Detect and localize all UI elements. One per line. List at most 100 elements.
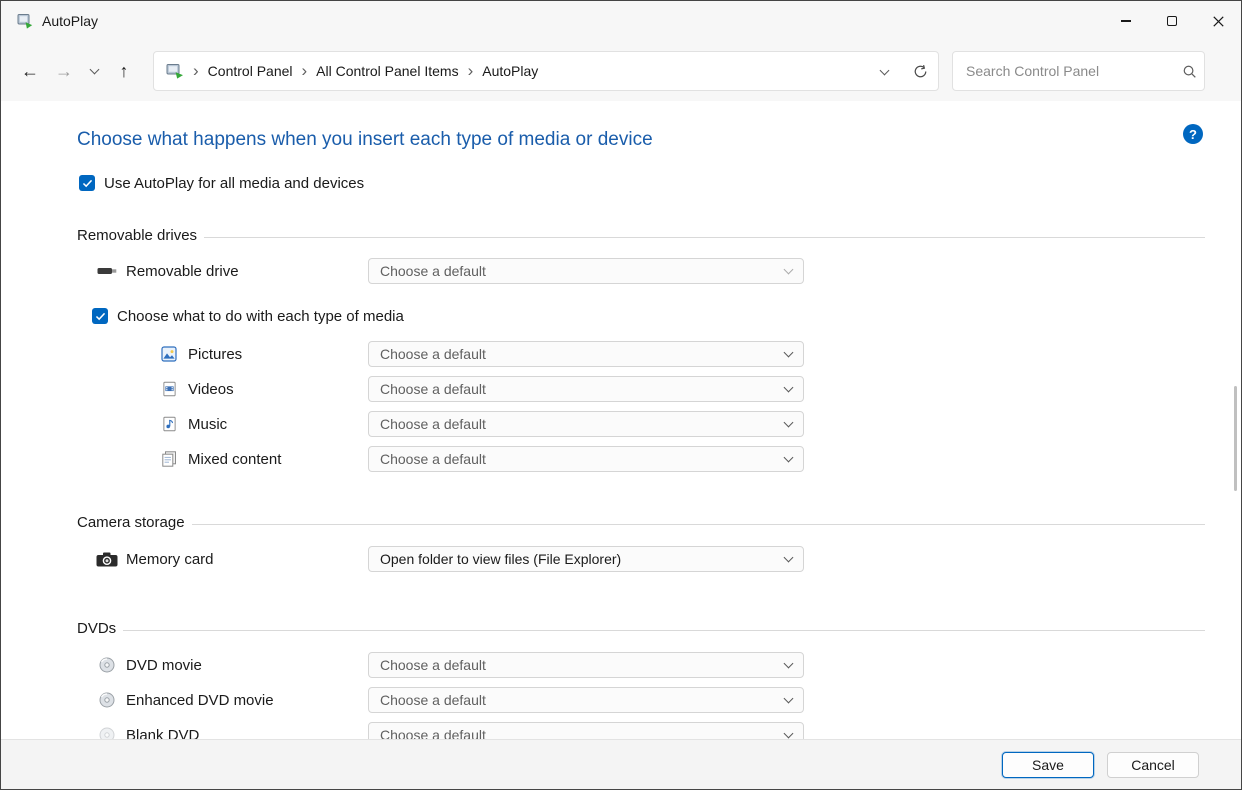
- search-box: [952, 51, 1205, 91]
- enhanced-dvd-movie-select[interactable]: Choose a default: [368, 687, 804, 713]
- close-button[interactable]: [1195, 1, 1241, 41]
- breadcrumb-all-control-panel-items[interactable]: All Control Panel Items: [316, 63, 458, 79]
- chevron-down-icon: [784, 418, 794, 428]
- save-button[interactable]: Save: [1002, 752, 1094, 778]
- selected-value: Choose a default: [380, 346, 785, 362]
- pictures-icon: [158, 346, 180, 362]
- enhanced-dvd-movie-label: Enhanced DVD movie: [126, 692, 274, 709]
- breadcrumb-separator-icon: ›: [184, 62, 208, 79]
- mixed-content-icon: [158, 451, 180, 467]
- removable-drive-icon: [96, 266, 118, 276]
- window-controls: [1103, 1, 1241, 41]
- section-removable-drives: Removable drives: [77, 225, 1205, 245]
- removable-drive-row: Removable drive Choose a default: [77, 258, 1205, 284]
- videos-label: Videos: [188, 381, 234, 398]
- refresh-button[interactable]: [902, 52, 938, 90]
- pictures-select[interactable]: Choose a default: [368, 341, 804, 367]
- selected-value: Open folder to view files (File Explorer…: [380, 551, 785, 567]
- main-content: Choose what happens when you insert each…: [1, 101, 1241, 739]
- dvd-disc-icon: [96, 727, 118, 739]
- music-icon: [158, 416, 180, 432]
- use-autoplay-label[interactable]: Use AutoPlay for all media and devices: [104, 175, 364, 192]
- selected-value: Choose a default: [380, 451, 785, 467]
- mixed-content-label: Mixed content: [188, 451, 281, 468]
- maximize-button[interactable]: [1149, 1, 1195, 41]
- breadcrumb-control-panel[interactable]: Control Panel: [208, 63, 293, 79]
- window-title: AutoPlay: [42, 13, 98, 29]
- blank-dvd-select[interactable]: Choose a default: [368, 722, 804, 739]
- search-input[interactable]: [953, 63, 1174, 79]
- removable-drive-select[interactable]: Choose a default: [368, 258, 804, 284]
- up-button[interactable]: ↑: [107, 54, 141, 88]
- chevron-down-icon: [89, 64, 99, 74]
- search-icon[interactable]: [1174, 64, 1204, 79]
- breadcrumb-autoplay[interactable]: AutoPlay: [482, 63, 538, 79]
- videos-select[interactable]: Choose a default: [368, 376, 804, 402]
- use-autoplay-row: Use AutoPlay for all media and devices: [79, 173, 1205, 193]
- chevron-down-icon: [784, 659, 794, 669]
- media-types-checkbox[interactable]: [92, 308, 108, 324]
- scrollbar-thumb[interactable]: [1234, 386, 1237, 491]
- dvd-disc-icon: [96, 692, 118, 708]
- chevron-down-icon: [784, 265, 794, 275]
- dvd-disc-icon: [96, 657, 118, 673]
- chevron-down-icon: [879, 65, 889, 75]
- forward-button[interactable]: →: [47, 54, 81, 88]
- music-select[interactable]: Choose a default: [368, 411, 804, 437]
- help-icon[interactable]: ?: [1183, 124, 1203, 144]
- breadcrumb-separator-icon: ›: [293, 62, 317, 79]
- autoplay-app-icon: [17, 13, 33, 29]
- checkmark-icon: [95, 312, 106, 321]
- section-title: DVDs: [77, 620, 116, 637]
- minimize-button[interactable]: [1103, 1, 1149, 41]
- dvd-movie-select[interactable]: Choose a default: [368, 652, 804, 678]
- section-divider: [123, 630, 1205, 631]
- chevron-down-icon: [784, 453, 794, 463]
- pictures-label: Pictures: [188, 346, 242, 363]
- refresh-icon: [913, 64, 928, 79]
- music-label: Music: [188, 416, 227, 433]
- use-autoplay-checkbox[interactable]: [79, 175, 95, 191]
- section-title: Camera storage: [77, 514, 185, 531]
- selected-value: Choose a default: [380, 263, 785, 279]
- recent-locations-chevron[interactable]: [81, 54, 107, 88]
- media-types-row: Choose what to do with each type of medi…: [92, 306, 1205, 326]
- chevron-down-icon: [784, 694, 794, 704]
- back-button[interactable]: ←: [13, 54, 47, 88]
- selected-value: Choose a default: [380, 692, 785, 708]
- removable-drive-label: Removable drive: [126, 263, 239, 280]
- dvd-movie-label: DVD movie: [126, 657, 202, 674]
- chevron-down-icon: [784, 348, 794, 358]
- chevron-down-icon: [784, 729, 794, 739]
- dvd-movie-row: DVD movie Choose a default: [77, 652, 1205, 678]
- section-divider: [204, 237, 1205, 238]
- mixed-content-row: Mixed content Choose a default: [77, 446, 1205, 472]
- address-dropdown-button[interactable]: [866, 52, 902, 90]
- section-title: Removable drives: [77, 227, 197, 244]
- pictures-row: Pictures Choose a default: [77, 341, 1205, 367]
- enhanced-dvd-movie-row: Enhanced DVD movie Choose a default: [77, 687, 1205, 713]
- page-title: Choose what happens when you insert each…: [77, 127, 1205, 153]
- mixed-content-select[interactable]: Choose a default: [368, 446, 804, 472]
- chevron-down-icon: [784, 383, 794, 393]
- autoplay-window: AutoPlay ← → ↑ › Control Panel ›: [0, 0, 1242, 790]
- camera-icon: [96, 552, 118, 567]
- control-panel-icon: [166, 63, 184, 79]
- selected-value: Choose a default: [380, 727, 785, 739]
- selected-value: Choose a default: [380, 381, 785, 397]
- section-camera-storage: Camera storage: [77, 512, 1205, 532]
- navigation-bar: ← → ↑ › Control Panel › All Control Pane…: [1, 41, 1241, 101]
- memory-card-label: Memory card: [126, 551, 214, 568]
- chevron-down-icon: [784, 553, 794, 563]
- close-icon: [1213, 16, 1224, 27]
- cancel-button[interactable]: Cancel: [1107, 752, 1199, 778]
- blank-dvd-label: Blank DVD: [126, 727, 199, 740]
- videos-icon: [158, 381, 180, 397]
- videos-row: Videos Choose a default: [77, 376, 1205, 402]
- address-bar[interactable]: › Control Panel › All Control Panel Item…: [153, 51, 939, 91]
- media-types-label[interactable]: Choose what to do with each type of medi…: [117, 308, 404, 325]
- memory-card-row: Memory card Open folder to view files (F…: [77, 546, 1205, 572]
- checkmark-icon: [82, 179, 93, 188]
- memory-card-select[interactable]: Open folder to view files (File Explorer…: [368, 546, 804, 572]
- selected-value: Choose a default: [380, 657, 785, 673]
